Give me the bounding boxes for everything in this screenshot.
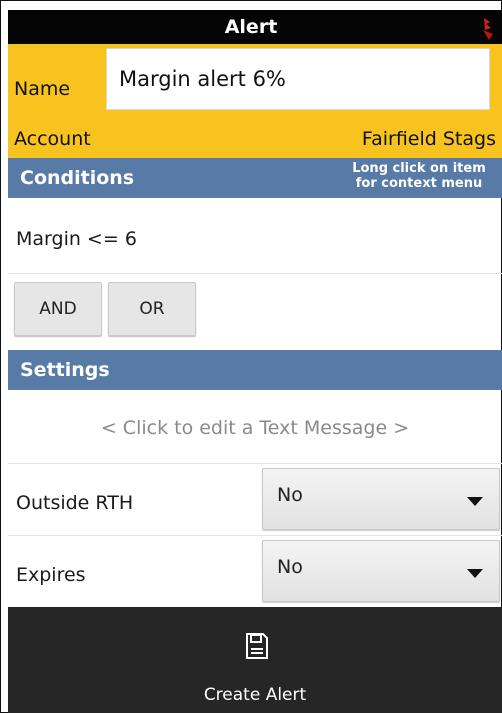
settings-title: Settings xyxy=(20,359,110,381)
chevron-down-icon xyxy=(467,497,483,506)
screen-title: Alert xyxy=(224,16,278,38)
create-alert-button[interactable]: Create Alert xyxy=(8,607,502,713)
conditions-hint: Long click on item for context menu xyxy=(352,161,486,191)
expires-value: No xyxy=(277,556,303,578)
expires-dropdown[interactable]: No xyxy=(262,540,500,602)
name-input[interactable] xyxy=(106,48,490,110)
outside-rth-label: Outside RTH xyxy=(16,492,134,514)
expires-row: Expires No xyxy=(8,536,502,608)
text-message-field[interactable]: < Click to edit a Text Message > xyxy=(8,392,502,464)
outside-rth-row: Outside RTH No xyxy=(8,464,502,536)
conditions-title: Conditions xyxy=(20,167,135,189)
name-label: Name xyxy=(14,78,71,100)
account-value[interactable]: Fairfield Stags xyxy=(362,128,496,150)
condition-item-label: Margin <= 6 xyxy=(16,228,137,250)
expires-label: Expires xyxy=(16,564,86,586)
condition-item[interactable]: Margin <= 6 xyxy=(8,200,502,274)
outside-rth-value: No xyxy=(277,484,303,506)
flag-icon xyxy=(483,18,493,40)
account-label: Account xyxy=(14,128,91,150)
or-button[interactable]: OR xyxy=(108,282,196,336)
chevron-down-icon xyxy=(467,569,483,578)
outside-rth-dropdown[interactable]: No xyxy=(262,468,500,530)
create-alert-label: Create Alert xyxy=(203,685,307,705)
and-button[interactable]: AND xyxy=(14,282,102,336)
condition-buttons: AND OR xyxy=(8,276,502,344)
alert-header-panel: Name Account Fairfield Stags xyxy=(8,44,502,158)
title-bar: Alert xyxy=(8,10,502,44)
conditions-header: Conditions Long click on item for contex… xyxy=(8,158,502,198)
settings-header: Settings xyxy=(8,350,502,390)
save-icon xyxy=(246,633,268,659)
